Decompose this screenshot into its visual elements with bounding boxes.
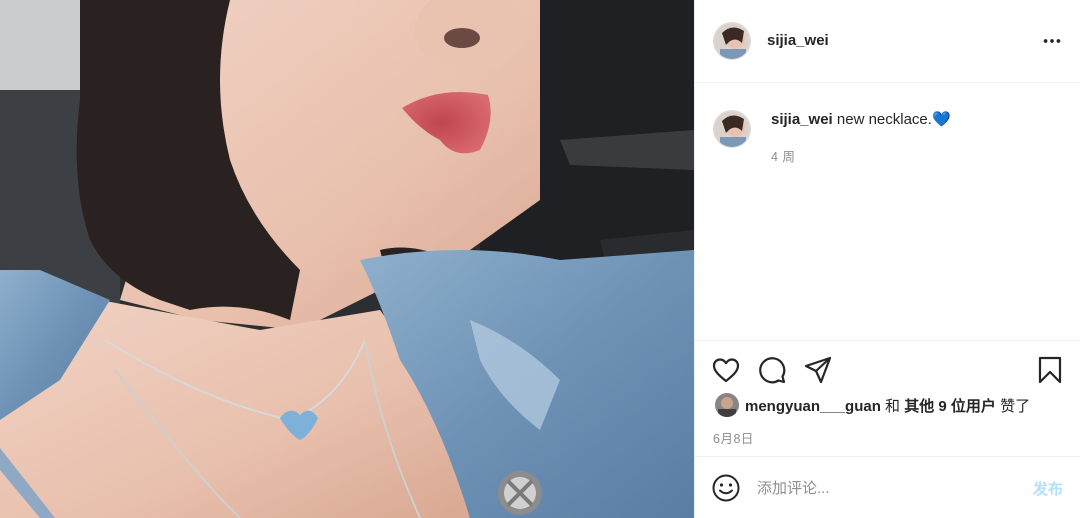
comment-bar: 发布: [695, 456, 1080, 518]
more-horizontal-icon[interactable]: [1041, 30, 1063, 52]
avatar-image: [715, 393, 739, 417]
comment-bubble-icon[interactable]: [757, 355, 787, 385]
caption-text: new necklace.: [836, 111, 932, 128]
caption-time-ago[interactable]: 4 周: [771, 146, 795, 165]
likes-summary: mengyuan___guan 和 其他 9 位用户 赞了: [745, 395, 1030, 416]
paper-plane-icon[interactable]: [803, 355, 833, 385]
caption-username[interactable]: sijia_wei: [771, 111, 833, 128]
smiley-icon[interactable]: [711, 473, 741, 503]
bookmark-icon[interactable]: [1035, 355, 1065, 385]
caption-avatar[interactable]: [713, 110, 751, 148]
avatar-image: [714, 111, 750, 147]
likes-connector: 和: [885, 398, 901, 415]
post-header: sijia_wei: [695, 0, 1080, 83]
post-side-panel: sijia_wei sijia_wei new necklace.💙 4 周 m…: [694, 0, 1080, 518]
blue-heart-emoji: 💙: [931, 111, 951, 128]
post-comment-button[interactable]: 发布: [1033, 478, 1063, 499]
likes-others-link[interactable]: 其他 9 位用户: [904, 398, 996, 415]
author-username[interactable]: sijia_wei: [767, 32, 829, 49]
post-photo[interactable]: [0, 0, 694, 518]
liker-username[interactable]: mengyuan___guan: [745, 398, 881, 415]
likes-suffix: 赞了: [1000, 398, 1031, 415]
heart-icon[interactable]: [711, 355, 741, 385]
avatar-image: [714, 23, 750, 59]
selfie-image: [0, 0, 694, 518]
comment-input[interactable]: [757, 471, 1007, 505]
post-date[interactable]: 6月8日: [713, 428, 754, 447]
author-avatar[interactable]: [713, 22, 751, 60]
post-caption: sijia_wei new necklace.💙: [771, 110, 951, 128]
liker-avatar[interactable]: [715, 393, 739, 417]
